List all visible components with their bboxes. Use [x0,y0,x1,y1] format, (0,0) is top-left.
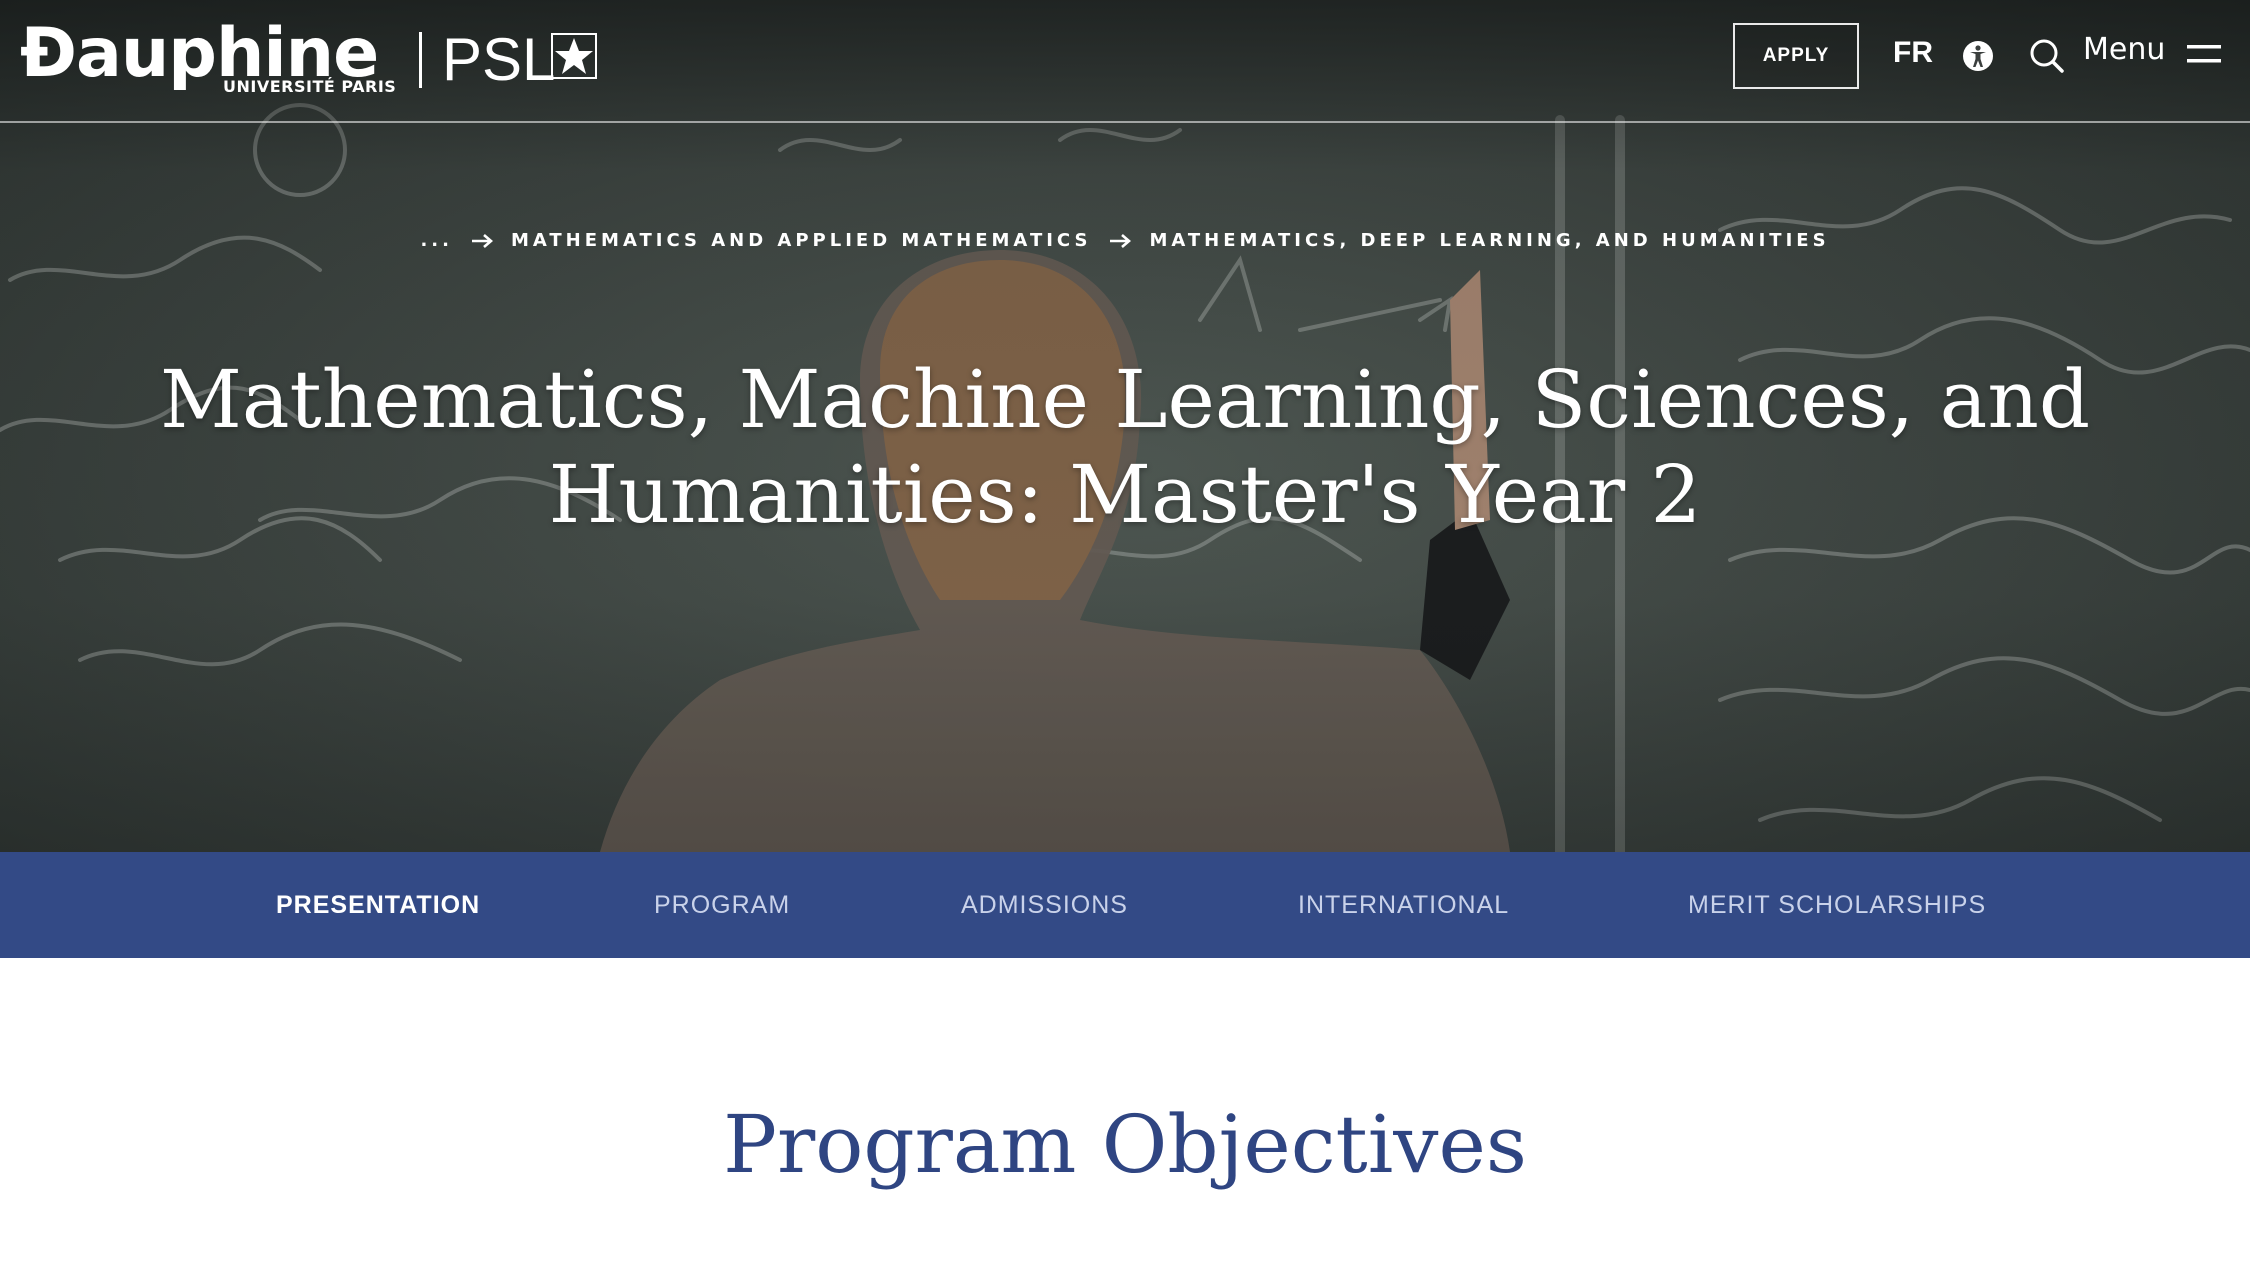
logo-subtitle: UNIVERSITÉ PARIS [223,77,397,96]
section-tabs: PRESENTATION PROGRAM ADMISSIONS INTERNAT… [0,852,2250,958]
logo-partner: PSL [442,26,556,93]
apply-button[interactable]: APPLY [1733,23,1859,89]
tab-international[interactable]: INTERNATIONAL [1298,852,1509,958]
tab-merit-scholarships[interactable]: MERIT SCHOLARSHIPS [1688,852,1986,958]
page-title: Mathematics, Machine Learning, Sciences,… [150,352,2100,542]
logo-divider [419,32,422,88]
breadcrumb-ellipsis[interactable]: ... [420,230,453,251]
psl-star-icon [551,33,597,79]
site-header: Đauphine UNIVERSITÉ PARIS PSL APPLY FR M… [0,0,2250,123]
page-title-line2: Humanities: Master's Year 2 [548,448,1702,541]
tab-admissions[interactable]: ADMISSIONS [961,852,1128,958]
tab-program[interactable]: PROGRAM [654,852,790,958]
hero-banner: Đauphine UNIVERSITÉ PARIS PSL APPLY FR M… [0,0,2250,852]
breadcrumb-item-current: MATHEMATICS, DEEP LEARNING, AND HUMANITI… [1149,230,1830,251]
arrow-right-icon [1110,233,1132,248]
tab-presentation[interactable]: PRESENTATION [276,852,480,958]
accessibility-icon[interactable] [1962,40,1994,72]
breadcrumb-item-applied-math[interactable]: MATHEMATICS AND APPLIED MATHEMATICS [511,230,1091,251]
page-title-line1: Mathematics, Machine Learning, Sciences,… [159,353,2091,446]
menu-label[interactable]: Menu [2083,32,2165,67]
search-icon[interactable] [2029,38,2065,74]
section-title: Program Objectives [723,1098,1527,1191]
arrow-right-icon [471,233,493,248]
breadcrumb: ... MATHEMATICS AND APPLIED MATHEMATICS … [0,230,2250,251]
dauphine-psl-logo[interactable]: Đauphine UNIVERSITÉ PARIS PSL [20,14,597,106]
hamburger-menu-icon[interactable] [2187,42,2221,66]
language-switch[interactable]: FR [1893,36,1933,70]
